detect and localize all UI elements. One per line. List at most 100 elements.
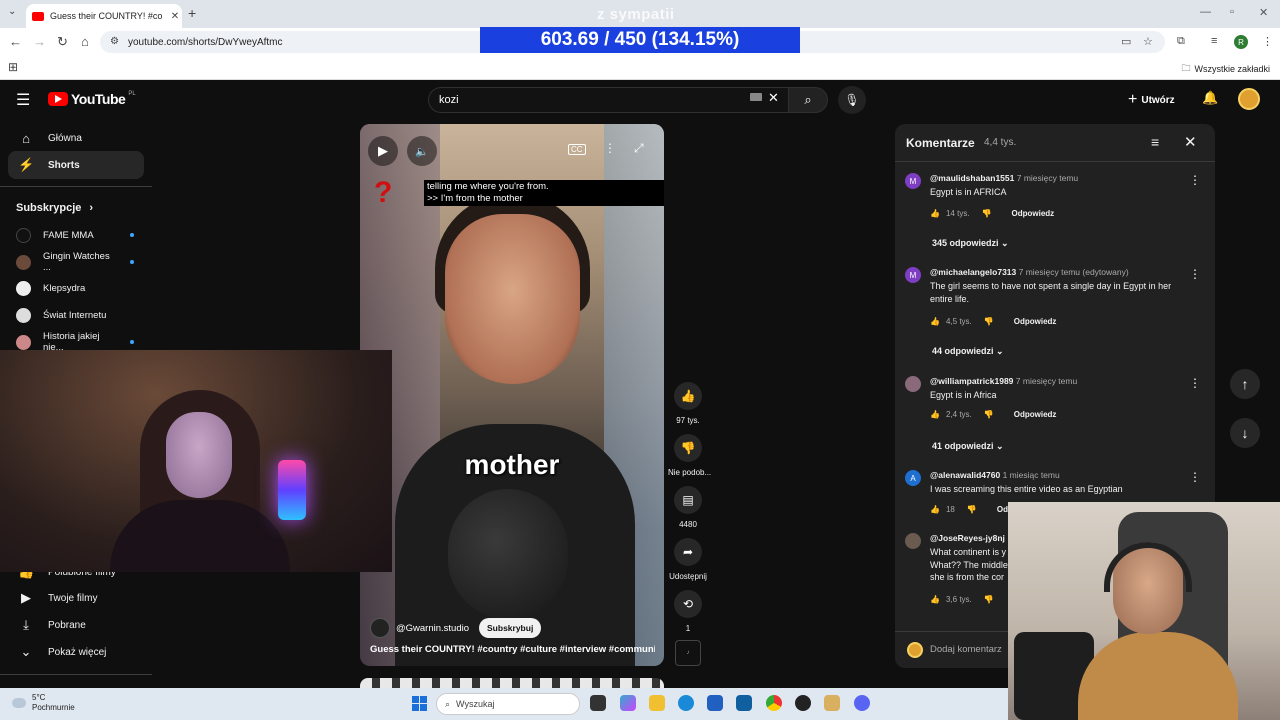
fullscreen-icon[interactable]: ⤢ <box>634 141 644 156</box>
comment-author[interactable]: @alenawalid4760 <box>930 470 1000 480</box>
comment-avatar[interactable]: A <box>905 470 921 486</box>
thumbs-down-icon[interactable]: 👎 <box>967 505 977 514</box>
account-avatar[interactable] <box>1238 88 1260 110</box>
comment-time[interactable]: 1 miesiąc temu <box>1003 470 1060 480</box>
outlook-icon[interactable] <box>707 695 723 711</box>
notifications-bell-icon[interactable]: 🔔 <box>1202 90 1218 106</box>
comment-avatar[interactable]: M <box>905 267 921 283</box>
comments-button[interactable]: ▤ <box>674 486 702 514</box>
sidebar-item-downloads[interactable]: ⤓ Pobrane <box>8 611 144 639</box>
comment-avatar[interactable] <box>905 376 921 392</box>
share-button[interactable]: ➦ <box>674 538 702 566</box>
weather-widget[interactable]: 5°C Pochmurnie <box>12 693 75 713</box>
reload-icon[interactable]: ↻ <box>57 34 68 50</box>
like-button[interactable]: 👍 <box>674 382 702 410</box>
sidebar-item-home[interactable]: ⌂ Główna <box>8 124 144 152</box>
file-explorer-icon[interactable] <box>649 695 665 711</box>
search-button[interactable]: ⌕ <box>788 87 828 113</box>
thumbs-down-icon[interactable]: 👎 <box>984 317 994 326</box>
thumbs-up-icon[interactable]: 👍 <box>930 595 940 604</box>
menu-kebab-icon[interactable]: ⋮ <box>1262 35 1273 48</box>
comment-author[interactable]: @JoseReyes-jy8nj <box>930 533 1005 543</box>
captions-icon[interactable]: CC <box>568 144 586 155</box>
sidebar-item-your-videos[interactable]: ▶ Twoje filmy <box>8 584 144 612</box>
comment-time[interactable]: 7 miesięcy temu <box>1017 173 1078 183</box>
browser-tab[interactable]: Guess their COUNTRY! #country ✕ <box>26 4 182 28</box>
reply-button[interactable]: Odpowiedz <box>1014 317 1057 326</box>
apps-grid-icon[interactable]: ⊞ <box>8 60 18 74</box>
reading-list-icon[interactable]: ≡ <box>1211 35 1217 47</box>
comment-author[interactable]: @michaelangelo7313 <box>930 267 1016 277</box>
all-bookmarks-button[interactable]: 🗀 Wszystkie zakładki <box>1181 61 1270 77</box>
close-window-icon[interactable]: ✕ <box>1259 6 1268 19</box>
thumbs-down-icon[interactable]: 👎 <box>984 410 994 419</box>
sidebar-item-show-more[interactable]: ⌄ Pokaż więcej <box>8 638 144 666</box>
view-replies-button[interactable]: 44 odpowiedzi ⌄ <box>932 346 1004 357</box>
comment-author[interactable]: @williampatrick1989 <box>930 376 1013 386</box>
thumbs-up-icon[interactable]: 👍 <box>930 505 940 514</box>
comment-menu-icon[interactable]: ⋮ <box>1189 470 1201 484</box>
sidebar-item-shorts[interactable]: ⚡ Shorts <box>8 151 144 179</box>
app-icon[interactable] <box>824 695 840 711</box>
video-title[interactable]: Guess their COUNTRY! #country #culture #… <box>370 644 655 655</box>
back-icon[interactable]: ← <box>9 34 22 49</box>
new-tab-icon[interactable]: + <box>188 5 196 21</box>
reply-button[interactable]: Odpowiedz <box>1012 209 1055 218</box>
sidebar-sub-fame-mma[interactable]: FAME MMA <box>8 223 144 247</box>
shorts-video-player[interactable]: ▶ 🔈 CC ⋮ ⤢ ? telling me where you're fro… <box>360 124 664 666</box>
edge-icon[interactable] <box>678 695 694 711</box>
close-icon[interactable]: ✕ <box>1184 133 1197 151</box>
like-action[interactable]: 👍 97 tys. <box>668 382 708 425</box>
clear-search-icon[interactable]: ✕ <box>768 90 779 106</box>
create-button[interactable]: + Utwórz <box>1128 91 1175 109</box>
search-input[interactable]: kozi <box>428 87 788 113</box>
home-icon[interactable]: ⌂ <box>81 34 89 49</box>
subscribe-button[interactable]: Subskrybuj <box>479 618 542 638</box>
chrome-icon[interactable] <box>766 695 782 711</box>
browser-profile-avatar[interactable]: R <box>1234 35 1248 49</box>
view-replies-button[interactable]: 41 odpowiedzi ⌄ <box>932 441 1004 452</box>
share-action[interactable]: ➦ Udostępnij <box>668 538 708 581</box>
thumbs-up-icon[interactable]: 👍 <box>930 209 940 218</box>
subscriptions-heading[interactable]: Subskrypcje › <box>16 202 93 214</box>
thumbs-up-icon[interactable]: 👍 <box>930 317 940 326</box>
extensions-icon[interactable]: ⧉ <box>1177 35 1185 48</box>
taskbar-search[interactable]: ⌕ Wyszukaj <box>436 693 580 715</box>
bookmark-star-icon[interactable]: ☆ <box>1143 35 1153 48</box>
cast-icon[interactable]: ▭ <box>1121 35 1131 48</box>
forward-icon[interactable]: → <box>33 34 46 49</box>
sound-thumbnail[interactable]: ♪ <box>675 640 701 666</box>
sort-icon[interactable]: ≡ <box>1151 134 1159 150</box>
discord-icon[interactable] <box>854 695 870 711</box>
thumbs-down-icon[interactable]: 👎 <box>984 595 994 604</box>
remix-action[interactable]: ⟲ 1 <box>668 590 708 633</box>
sidebar-sub-klepsydra[interactable]: Klepsydra <box>8 276 144 300</box>
next-short-button[interactable]: ↓ <box>1230 418 1260 448</box>
dislike-button[interactable]: 👎 <box>674 434 702 462</box>
youtube-logo[interactable]: YouTube PL <box>48 91 136 107</box>
copilot-icon[interactable] <box>620 695 636 711</box>
keyboard-icon[interactable] <box>750 93 762 101</box>
next-short-preview[interactable] <box>360 678 664 688</box>
sidebar-sub-gingin[interactable]: Gingin Watches ... <box>8 250 144 274</box>
previous-short-button[interactable]: ↑ <box>1230 369 1260 399</box>
guide-menu-icon[interactable]: ☰ <box>16 90 30 110</box>
comment-time[interactable]: 7 miesięcy temu <box>1016 376 1077 386</box>
comments-action[interactable]: ▤ 4480 <box>668 486 708 529</box>
comment-avatar[interactable]: M <box>905 173 921 189</box>
remix-button[interactable]: ⟲ <box>674 590 702 618</box>
store-icon[interactable] <box>736 695 752 711</box>
reply-button[interactable]: Odpowiedz <box>1014 410 1057 419</box>
thumbs-up-icon[interactable]: 👍 <box>930 410 940 419</box>
channel-avatar[interactable] <box>370 618 390 638</box>
comment-menu-icon[interactable]: ⋮ <box>1189 173 1201 187</box>
maximize-icon[interactable]: ▫ <box>1230 6 1234 18</box>
comment-menu-icon[interactable]: ⋮ <box>1189 267 1201 281</box>
tab-search-icon[interactable]: ⌄ <box>8 6 16 17</box>
comment-time[interactable]: 7 miesięcy temu (edytowany) <box>1019 267 1129 277</box>
close-tab-icon[interactable]: ✕ <box>168 11 182 22</box>
comment-menu-icon[interactable]: ⋮ <box>1189 376 1201 390</box>
task-view-icon[interactable] <box>590 695 606 711</box>
start-button[interactable] <box>412 696 427 711</box>
volume-button[interactable]: 🔈 <box>407 136 437 166</box>
